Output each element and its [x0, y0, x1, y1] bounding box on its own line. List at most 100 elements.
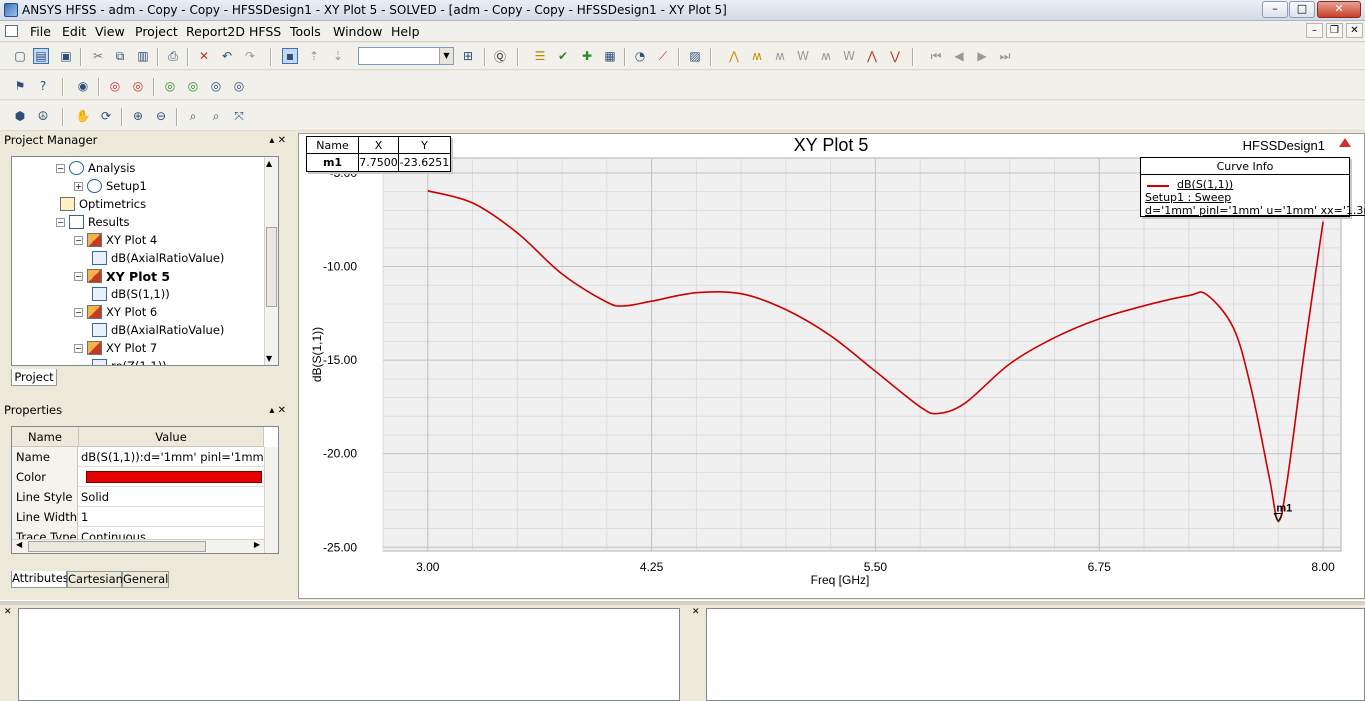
property-row[interactable]: Line Style Solid [12, 487, 264, 507]
select-icon[interactable]: ▪ [282, 48, 298, 64]
new-icon[interactable]: ▢ [12, 48, 28, 64]
marker-peak-up-icon[interactable]: ⋀ [864, 48, 880, 64]
close-button[interactable]: ✕ [1317, 1, 1361, 18]
mdi-restore-button[interactable]: ❐ [1326, 23, 1343, 38]
zoom-out-icon[interactable]: ⊖ [153, 108, 169, 124]
analyze-all-icon[interactable]: ✚ [579, 48, 595, 64]
fit-all-icon[interactable]: ⌕ [185, 108, 201, 124]
show-objects-icon[interactable]: ◎ [231, 78, 247, 94]
property-row[interactable]: Line Width 1 [12, 507, 264, 527]
field-overlay-icon[interactable]: ◔ [632, 48, 648, 64]
boundary-icon[interactable]: ⚑ [12, 78, 28, 94]
previous-icon[interactable]: ◀ [951, 48, 967, 64]
redo-icon[interactable]: ↷ [242, 48, 258, 64]
undo-icon[interactable]: ↶ [219, 48, 235, 64]
legend-variables[interactable]: d='1mm' pinl='1mm' u='1mm' xx='1.3mm' [1145, 204, 1365, 217]
model-icon[interactable]: ⬢ [12, 108, 28, 124]
modify-report-icon[interactable]: ▨ [687, 48, 703, 64]
tab-cartesian[interactable]: Cartesian [67, 571, 123, 588]
view-eye-icon[interactable]: ◉ [75, 78, 91, 94]
copy-icon[interactable]: ⧉ [112, 48, 128, 64]
tree-item[interactable]: − XY Plot 6 [74, 303, 157, 321]
collapse-icon[interactable]: − [56, 217, 65, 227]
orient-icon[interactable]: ☮ [35, 108, 51, 124]
tree-scroll-thumb[interactable] [266, 227, 277, 307]
tree-item[interactable]: Optimetrics [60, 195, 146, 213]
marker-prev-icon[interactable]: ʍ [818, 48, 834, 64]
selection-combo[interactable]: ▼ [358, 47, 454, 65]
zoom-in-icon[interactable]: ⊕ [130, 108, 146, 124]
close-icon[interactable]: ✕ [4, 607, 12, 617]
color-swatch[interactable] [86, 471, 262, 483]
menu-hfss[interactable]: HFSS [249, 24, 281, 39]
results-icon[interactable]: ▦ [602, 48, 618, 64]
fit-selection-icon[interactable]: ⌕ [208, 108, 224, 124]
h-scroll-thumb[interactable] [28, 541, 206, 552]
curve-info-legend[interactable]: Curve Info dB(S(1,1)) Setup1 : Sweep d='… [1140, 157, 1365, 217]
show-icon[interactable]: ◎ [162, 78, 178, 94]
marker-max-icon[interactable]: ʍ [749, 48, 765, 64]
tree-item[interactable]: − Results [56, 213, 130, 231]
print-icon[interactable]: ⎙ [165, 48, 181, 64]
expand-icon[interactable]: + [74, 181, 83, 191]
tree-item[interactable]: dB(AxialRatioValue) [92, 249, 224, 267]
filter-icon[interactable]: ⊞ [460, 48, 476, 64]
query-icon[interactable]: Ⓠ [492, 48, 508, 64]
close-icon[interactable]: ✕ [692, 607, 700, 617]
property-row[interactable]: NamedB(S(1,1)):d='1mm' pinl='1mm' u='1mm… [12, 447, 264, 467]
move-down-icon[interactable]: ⇣ [330, 48, 346, 64]
pan-icon[interactable]: ✋ [75, 108, 91, 124]
tree-item[interactable]: dB(S(1,1)) [92, 285, 170, 303]
menu-project[interactable]: Project [135, 24, 178, 39]
legend-setup[interactable]: Setup1 : Sweep [1145, 191, 1231, 204]
context-help-icon[interactable]: ? [35, 78, 51, 94]
paste-icon[interactable]: ▥ [135, 48, 151, 64]
tab-project[interactable]: Project [11, 369, 57, 386]
menu-file[interactable]: File [30, 24, 51, 39]
minimize-button[interactable]: – [1262, 1, 1288, 18]
hide-all-icon[interactable]: ◎ [130, 78, 146, 94]
property-row[interactable]: Color [12, 467, 264, 487]
hide-icon[interactable]: ◎ [107, 78, 123, 94]
open-icon[interactable]: ▤ [33, 48, 49, 64]
marker-peak-icon[interactable]: W [841, 48, 857, 64]
tree-item[interactable]: re(Z(1,1)) [92, 357, 167, 365]
mdi-minimize-button[interactable]: – [1306, 23, 1323, 38]
marker-peak-down-icon[interactable]: ⋁ [887, 48, 903, 64]
next-icon[interactable]: ▶ [974, 48, 990, 64]
property-value[interactable]: dB(S(1,1)):d='1mm' pinl='1mm' u='1mm' xx… [79, 447, 263, 467]
progress-area[interactable] [706, 608, 1365, 701]
property-value[interactable]: 1 [79, 507, 263, 527]
menu-help[interactable]: Help [391, 24, 420, 39]
marker-icon[interactable]: ⋀ [726, 48, 742, 64]
save-icon[interactable]: ▣ [58, 48, 74, 64]
tree-item[interactable]: + Setup1 [74, 177, 147, 195]
tree-item[interactable]: dB(AxialRatioValue) [92, 321, 224, 339]
menu-view[interactable]: View [95, 24, 125, 39]
tree-item[interactable]: − Analysis [56, 159, 135, 177]
pane-close-icon[interactable]: ▴ ✕ [269, 133, 286, 148]
cut-icon[interactable]: ✂ [90, 48, 106, 64]
collapse-icon[interactable]: − [74, 235, 83, 245]
pane-close-icon[interactable]: ▴ ✕ [269, 403, 286, 418]
delete-icon[interactable]: ✕ [196, 48, 212, 64]
menu-tools[interactable]: Tools [290, 24, 321, 39]
collapse-icon[interactable]: − [74, 343, 83, 353]
tree-item[interactable]: − XY Plot 5 [74, 267, 170, 285]
collapse-icon[interactable]: − [74, 271, 83, 281]
menu-edit[interactable]: Edit [62, 24, 86, 39]
show-all-icon[interactable]: ◎ [185, 78, 201, 94]
properties-scrollbar[interactable] [264, 447, 278, 553]
warning-icon[interactable] [1339, 138, 1351, 147]
document-icon[interactable] [5, 25, 18, 37]
collapse-icon[interactable]: − [56, 163, 65, 173]
maximize-button[interactable]: □ [1289, 1, 1315, 18]
message-manager-area[interactable] [18, 608, 680, 701]
analyze-icon[interactable]: ✔ [555, 48, 571, 64]
marker-next-icon[interactable]: W [795, 48, 811, 64]
menu-window[interactable]: Window [333, 24, 382, 39]
move-up-icon[interactable]: ⇡ [306, 48, 322, 64]
first-icon[interactable]: ⏮ [928, 48, 944, 64]
scroll-left-icon[interactable]: ◀ [16, 540, 22, 549]
menu-report2d[interactable]: Report2D [186, 24, 245, 39]
